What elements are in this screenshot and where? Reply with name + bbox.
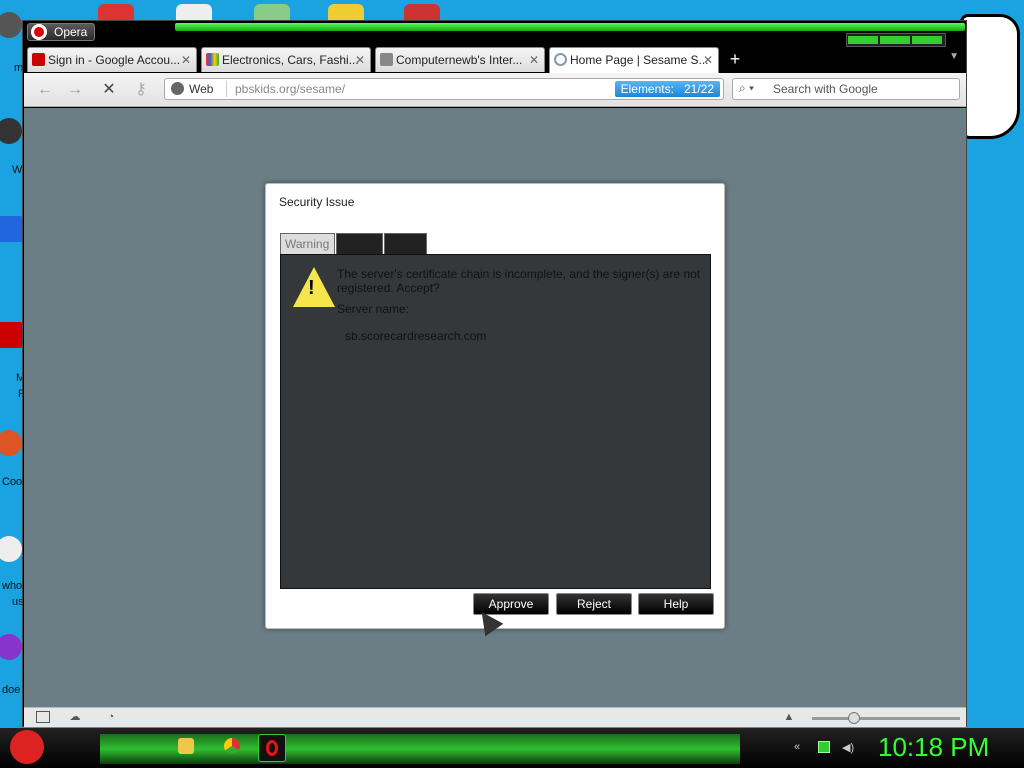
elements-count: 21/22 — [683, 82, 714, 96]
angry-birds-start-icon[interactable] — [10, 730, 44, 764]
server-name-label: Server name: — [337, 302, 410, 316]
tab-title: Sign in - Google Accou... — [48, 53, 181, 67]
zoom-up-icon[interactable]: ▲ — [782, 711, 796, 723]
loading-spinner-icon — [554, 53, 567, 66]
close-icon[interactable]: ✕ — [703, 48, 713, 72]
help-button[interactable]: Help — [638, 593, 714, 615]
close-icon[interactable]: ✕ — [355, 48, 365, 72]
opera-menu-button[interactable]: Opera — [27, 23, 95, 41]
volume-icon[interactable]: ◀) — [842, 741, 854, 754]
zoom-slider-knob[interactable] — [848, 712, 860, 724]
search-icon[interactable]: ⌕ ▾ — [739, 81, 754, 96]
desktop-icon-7[interactable] — [0, 634, 24, 660]
elements-counter[interactable]: Elements: 21/22 — [614, 81, 720, 97]
desktop-icon-5[interactable] — [0, 430, 24, 456]
status-bar: ☁ ◔ ▲ — [24, 707, 966, 727]
tab-google-signin[interactable]: Sign in - Google Accou... ✕ — [27, 47, 197, 72]
tab-ebay[interactable]: Electronics, Cars, Fashi... ✕ — [201, 47, 371, 72]
ebay-bag-icon — [206, 53, 219, 66]
folder-icon[interactable] — [178, 738, 194, 754]
taskbar: « ◀) 10:18 PM — [0, 728, 1024, 768]
search-input[interactable]: ⌕ ▾ Search with Google — [732, 78, 960, 100]
elements-label: Elements: — [620, 82, 674, 96]
dialog-title: Security Issue — [279, 195, 355, 209]
taskbar-glow — [100, 734, 740, 764]
back-arrow-icon[interactable]: ← — [34, 79, 56, 101]
url-text[interactable]: pbskids.org/sesame/ — [235, 82, 345, 96]
server-name-value: sb.scorecardresearch.com — [345, 329, 487, 343]
address-bar: ← → ✕ ⚷ Web pbskids.org/sesame/ Elements… — [24, 73, 966, 107]
opera-menu-label: Opera — [54, 25, 88, 39]
key-icon[interactable]: ⚷ — [130, 79, 152, 101]
web-badge[interactable]: Web — [169, 81, 227, 97]
desktop-icon-1[interactable] — [0, 12, 24, 38]
opera-tab-icon — [32, 53, 45, 66]
tab-computernewb[interactable]: Computernewb's Inter... ✕ — [375, 47, 545, 72]
tab-title: Home Page | Sesame S... — [570, 53, 709, 67]
window-controls[interactable] — [846, 33, 946, 47]
tab-certificate[interactable] — [384, 233, 427, 255]
stop-icon[interactable]: ✕ — [98, 79, 120, 101]
close-icon[interactable]: ✕ — [181, 48, 191, 72]
forward-arrow-icon[interactable]: → — [64, 79, 86, 101]
security-dialog: Security Issue Warning ! The server's ce… — [265, 183, 725, 629]
desktop-icon-4[interactable] — [0, 322, 24, 348]
tab-title: Electronics, Cars, Fashi... — [222, 53, 359, 67]
desktop-pixel-art — [960, 14, 1020, 139]
close-icon[interactable]: ✕ — [529, 48, 539, 72]
chrome-icon[interactable] — [224, 738, 240, 754]
cloud-icon[interactable]: ☁ — [68, 711, 82, 723]
desktop-icon-6[interactable] — [0, 536, 24, 562]
speed-dial-icon[interactable]: ◔ — [104, 711, 118, 723]
network-icon[interactable] — [818, 741, 830, 753]
computer-icon — [380, 53, 393, 66]
opera-logo-icon — [31, 24, 47, 40]
tab-bar: Sign in - Google Accou... ✕ Electronics,… — [25, 47, 965, 73]
desktop-icon-2[interactable] — [0, 118, 24, 144]
opera-taskbar-icon[interactable] — [258, 734, 286, 762]
zoom-slider[interactable] — [812, 717, 960, 720]
warning-message: The server's certificate chain is incomp… — [337, 267, 701, 295]
web-badge-label: Web — [189, 82, 214, 96]
tab-menu-icon[interactable]: ▼ — [949, 51, 959, 62]
taskbar-clock[interactable]: 10:18 PM — [878, 732, 989, 763]
globe-icon — [171, 82, 184, 95]
dialog-panel: ! The server's certificate chain is inco… — [280, 254, 711, 589]
search-placeholder: Search with Google — [773, 82, 878, 96]
tab-sesame[interactable]: Home Page | Sesame S... ✕ — [549, 47, 719, 73]
tray-arrow-icon[interactable]: « — [794, 741, 806, 753]
new-tab-button[interactable]: + — [725, 47, 745, 71]
tab-details[interactable] — [336, 233, 383, 255]
exclamation-mark: ! — [308, 277, 315, 299]
panel-toggle-icon[interactable] — [36, 711, 50, 723]
tab-title: Computernewb's Inter... — [396, 53, 523, 67]
desktop-icon-3[interactable] — [0, 216, 24, 242]
url-field[interactable]: Web pbskids.org/sesame/ Elements: 21/22 — [164, 78, 724, 100]
title-bar-glow — [175, 23, 965, 31]
tab-warning[interactable]: Warning — [280, 233, 335, 255]
reject-button[interactable]: Reject — [556, 593, 632, 615]
